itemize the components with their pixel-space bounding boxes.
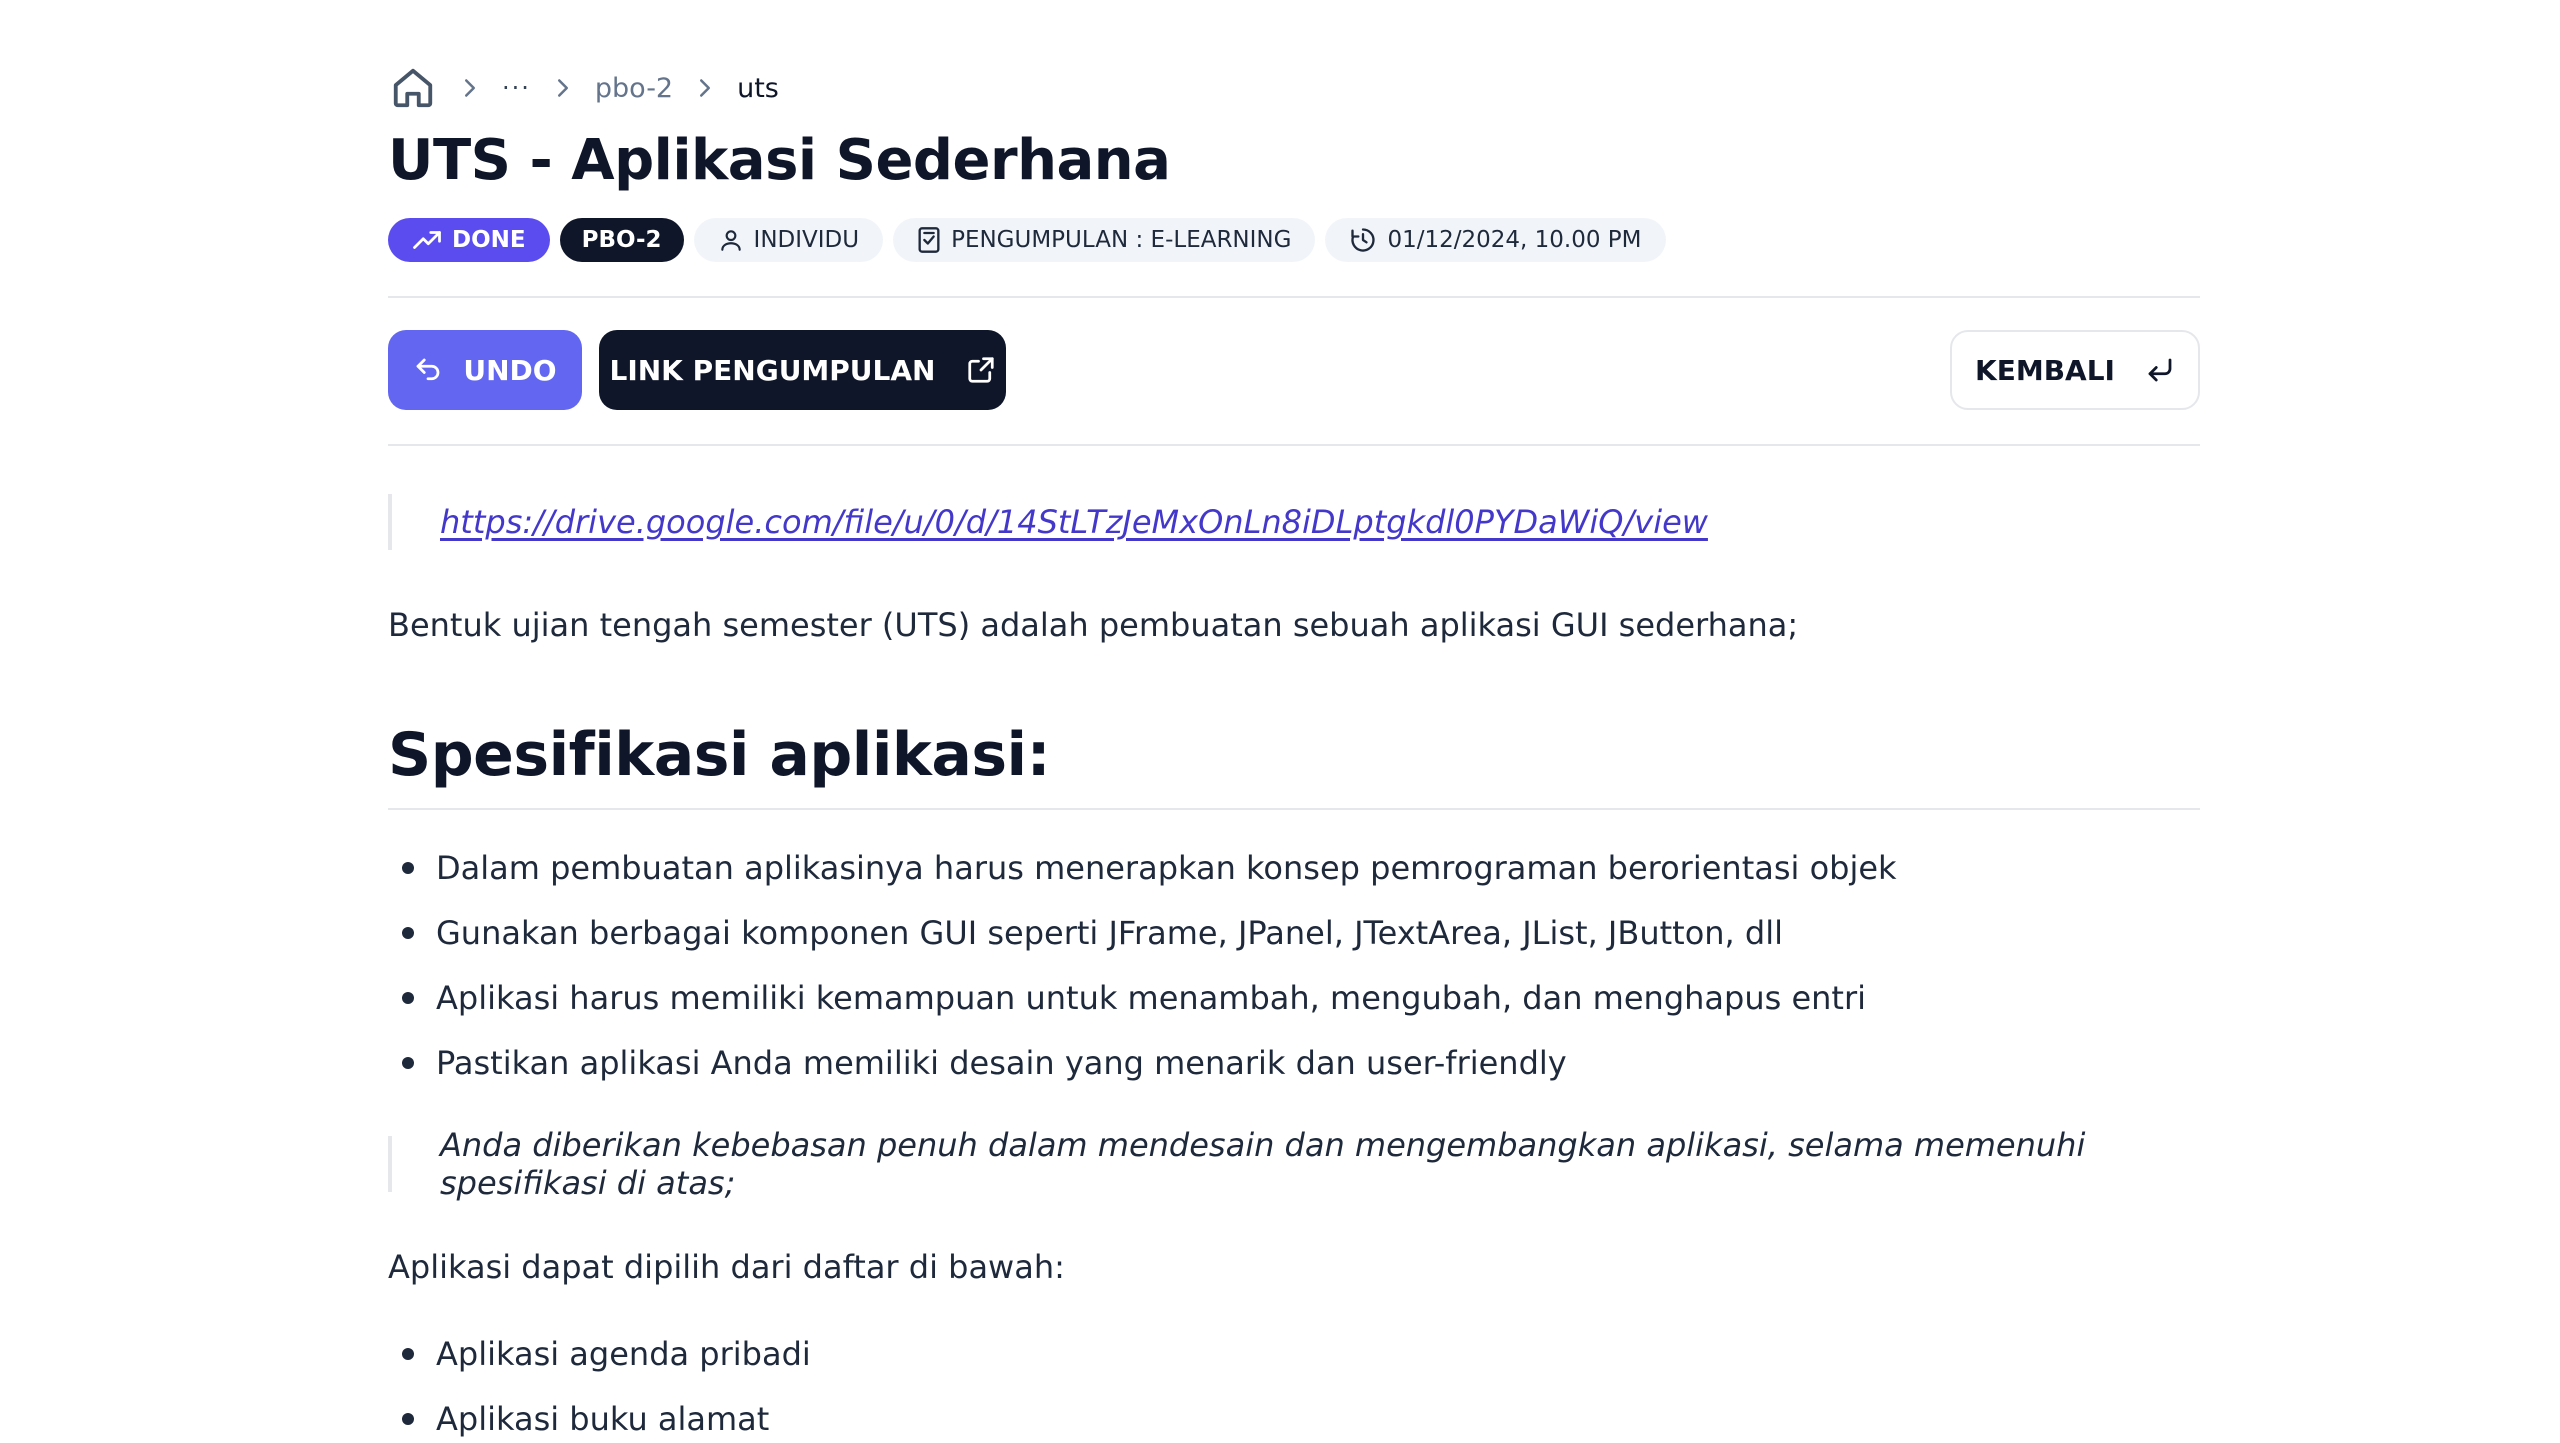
user-icon: [720, 230, 741, 251]
submission-link-button[interactable]: LINK PENGUMPULAN: [599, 330, 1006, 410]
status-badge: DONE: [388, 218, 550, 262]
back-button[interactable]: KEMBALI: [1950, 330, 2200, 410]
link-blockquote: https://drive.google.com/file/u/0/d/14St…: [388, 494, 1708, 550]
bullet: [402, 992, 414, 1004]
note-text: Anda diberikan kebebasan penuh dalam men…: [440, 1126, 2086, 1202]
type-badge: INDIVIDU: [693, 218, 884, 262]
list-item: Dalam pembuatan aplikasinya harus menera…: [388, 844, 1897, 892]
clock-icon: [1351, 228, 1376, 252]
corner-down-left-icon: [2148, 358, 2172, 382]
list-item: Pastikan aplikasi Anda memiliki desain y…: [388, 1039, 1567, 1087]
chevron-right-icon: [460, 78, 480, 98]
clipboard-check-icon: [918, 227, 940, 253]
divider: [388, 296, 2200, 298]
list-item: Aplikasi harus memiliki kemampuan untuk …: [388, 974, 1866, 1022]
list-item: Gunakan berbagai komponen GUI seperti JF…: [388, 909, 1783, 957]
section-heading: Spesifikasi aplikasi:: [388, 720, 1051, 790]
home-icon[interactable]: [388, 63, 438, 113]
deadline-badge-label: 01/12/2024, 10.00 PM: [1387, 227, 1642, 253]
trending-up-icon: [413, 231, 441, 249]
breadcrumb-item-pbo-2[interactable]: pbo-2: [595, 73, 673, 104]
badge-row: DONE PBO-2 INDIVIDU PENGUMPULAN : E-LEAR…: [388, 218, 1666, 262]
undo-button-label: UNDO: [463, 353, 557, 387]
bullet: [402, 1348, 414, 1360]
chevron-right-icon: [553, 78, 573, 98]
submission-badge: PENGUMPULAN : E-LEARNING: [893, 218, 1316, 262]
submission-link-label: LINK PENGUMPULAN: [609, 353, 936, 387]
breadcrumb-item-current: uts: [737, 72, 779, 104]
undo-icon: [417, 358, 440, 381]
list-item-text: Pastikan aplikasi Anda memiliki desain y…: [436, 1044, 1567, 1082]
list-item-text: Aplikasi buku alamat: [436, 1400, 770, 1438]
choose-paragraph: Aplikasi dapat dipilih dari daftar di ba…: [388, 1248, 1065, 1286]
breadcrumb-ellipsis[interactable]: ···: [502, 74, 531, 102]
external-link-icon: [967, 357, 994, 383]
list-item-text: Aplikasi harus memiliki kemampuan untuk …: [436, 979, 1867, 1017]
bullet: [402, 927, 414, 939]
page-title: UTS - Aplikasi Sederhana: [388, 128, 1171, 193]
list-item-text: Dalam pembuatan aplikasinya harus menera…: [436, 849, 1897, 887]
divider: [388, 444, 2200, 446]
bullet: [402, 1057, 414, 1069]
intro-paragraph: Bentuk ujian tengah semester (UTS) adala…: [388, 606, 1799, 644]
list-item: Aplikasi buku alamat: [388, 1395, 769, 1443]
drive-link[interactable]: https://drive.google.com/file/u/0/d/14St…: [440, 503, 1708, 541]
breadcrumb: ··· pbo-2 uts: [388, 60, 779, 116]
bullet: [402, 1413, 414, 1425]
back-button-label: KEMBALI: [1975, 353, 2115, 387]
undo-button[interactable]: UNDO: [388, 330, 582, 410]
bullet: [402, 862, 414, 874]
chevron-right-icon: [695, 78, 715, 98]
class-badge: PBO-2: [559, 218, 684, 262]
list-item-text: Gunakan berbagai komponen GUI seperti JF…: [436, 914, 1783, 952]
list-item-text: Aplikasi agenda pribadi: [436, 1335, 811, 1373]
type-badge-label: INDIVIDU: [753, 227, 860, 253]
submission-badge-label: PENGUMPULAN : E-LEARNING: [951, 227, 1292, 253]
divider: [388, 808, 2200, 810]
list-item: Aplikasi agenda pribadi: [388, 1330, 811, 1378]
deadline-badge: 01/12/2024, 10.00 PM: [1325, 218, 1666, 262]
note-blockquote: Anda diberikan kebebasan penuh dalam men…: [388, 1126, 2200, 1202]
status-badge-label: DONE: [452, 227, 526, 253]
